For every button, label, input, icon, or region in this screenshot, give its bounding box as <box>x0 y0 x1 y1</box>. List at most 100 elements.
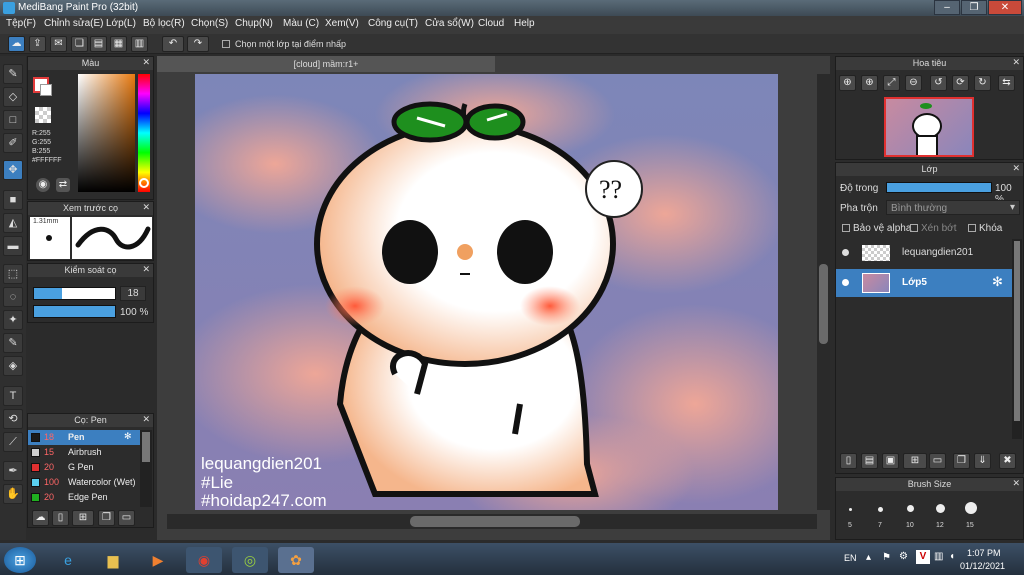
add-layer-menu-icon[interactable]: ⊞ <box>903 453 927 469</box>
duplicate-layer-icon[interactable]: ❐ <box>953 453 970 469</box>
share-icon[interactable]: ⇪ <box>29 36 46 52</box>
undo-icon[interactable]: ↶ <box>162 36 184 52</box>
brush-size-dot[interactable] <box>878 507 883 512</box>
horizontal-scrollbar[interactable] <box>167 514 817 529</box>
tray-arrow-icon[interactable]: ▴ <box>866 552 871 563</box>
network-icon[interactable]: ▥ <box>934 551 943 562</box>
file-explorer-icon[interactable]: ▆ <box>95 547 131 573</box>
eyedropper-tool-icon[interactable]: ⟋ <box>3 432 23 452</box>
brush-item-pen[interactable]: 18 Pen ✻ <box>28 430 140 445</box>
minimize-button[interactable]: – <box>934 0 960 15</box>
shape-tool-icon[interactable]: □ <box>3 110 23 130</box>
medibang-icon[interactable]: ✿ <box>278 547 314 573</box>
clip-toggle[interactable]: Xén bớt <box>910 223 956 234</box>
internet-explorer-icon[interactable]: e <box>50 547 86 573</box>
menu-tools[interactable]: Công cụ(T) <box>368 18 418 29</box>
layer-opacity-slider[interactable] <box>886 182 992 193</box>
new-image-layer-icon[interactable]: ▣ <box>882 453 899 469</box>
text-tool-icon[interactable]: T <box>3 386 23 406</box>
menu-help[interactable]: Help <box>514 18 535 29</box>
artwork-canvas[interactable]: ?? lequangdien201 #Lie #hoidap247.com <box>195 74 778 510</box>
menu-edit[interactable]: Chỉnh sửa(E) <box>44 18 104 29</box>
hand-tool-icon[interactable]: ✋ <box>3 484 23 504</box>
rotate-reset-icon[interactable]: ⟳ <box>952 75 969 91</box>
fit-icon[interactable]: ⤢ <box>883 75 900 91</box>
comment-icon[interactable]: ✉ <box>50 36 67 52</box>
select-pen-icon[interactable]: ✎ <box>3 333 23 353</box>
language-indicator[interactable]: EN <box>844 553 857 563</box>
lasso-tool-icon[interactable]: ◌ <box>3 287 23 307</box>
vertical-scroll-thumb[interactable] <box>819 264 828 344</box>
brush-size-dot[interactable] <box>849 508 852 511</box>
pen-tool-icon[interactable]: ✎ <box>3 64 23 84</box>
menu-cloud[interactable]: Cloud <box>478 18 504 29</box>
document-tab[interactable]: [cloud] mầm:r1+ <box>157 56 495 72</box>
menu-filter[interactable]: Bộ lọc(R) <box>143 18 185 29</box>
close-icon[interactable]: ✕ <box>1012 57 1020 68</box>
brush-size-dot[interactable] <box>936 504 945 513</box>
close-button[interactable]: ✕ <box>988 0 1022 15</box>
select-tool-icon[interactable]: ⬚ <box>3 264 23 284</box>
menu-file[interactable]: Tệp(F) <box>6 18 36 29</box>
volume-icon[interactable]: ◖ <box>949 551 955 562</box>
copy-brush-icon[interactable]: ❐ <box>98 510 115 526</box>
delete-layer-icon[interactable]: ✖ <box>999 453 1016 469</box>
add-brush-icon[interactable]: ⊞ <box>72 510 94 526</box>
chrome-icon[interactable]: ◉ <box>186 547 222 573</box>
vietkey-icon[interactable]: V <box>916 550 930 564</box>
operation-tool-icon[interactable]: ⟲ <box>3 409 23 429</box>
brush-item-edge-pen[interactable]: 20 Edge Pen <box>28 490 140 505</box>
zoom-in-icon[interactable]: ⊕ <box>861 75 878 91</box>
media-player-icon[interactable]: ▶ <box>140 547 176 573</box>
lock-toggle[interactable]: Khóa <box>968 223 1002 234</box>
dropper-tool-icon[interactable]: ✒ <box>3 461 23 481</box>
merge-layer-icon[interactable]: ⇓ <box>974 453 991 469</box>
brush-item-watercolor[interactable]: 100 Watercolor (Wet) <box>28 475 140 490</box>
gear-icon[interactable]: ✻ <box>992 274 1003 290</box>
gradient-tool-icon[interactable]: ▬ <box>3 236 23 256</box>
close-icon[interactable]: ✕ <box>1012 478 1020 489</box>
close-icon[interactable]: ✕ <box>142 57 150 68</box>
blend-mode-select[interactable]: Bình thường ▾ <box>886 200 1020 215</box>
new-halftone-layer-icon[interactable]: ▤ <box>861 453 878 469</box>
menu-layer[interactable]: Lớp(L) <box>106 18 136 29</box>
menu-select[interactable]: Chọn(S) <box>191 18 228 29</box>
menu-view[interactable]: Xem(V) <box>325 18 359 29</box>
cloud-icon[interactable]: ☁ <box>8 36 25 52</box>
zoom-out-icon[interactable]: ⊖ <box>905 75 922 91</box>
flip-icon[interactable]: ⇆ <box>998 75 1015 91</box>
close-icon[interactable]: ✕ <box>142 202 150 213</box>
protect-alpha-toggle[interactable]: Bảo vệ alpha <box>842 223 911 234</box>
unikey-icon[interactable]: ◎ <box>232 547 268 573</box>
clock-date[interactable]: 01/12/2021 <box>960 561 1005 571</box>
close-icon[interactable]: ✕ <box>142 414 150 425</box>
chat-icon[interactable]: ❏ <box>71 36 88 52</box>
brush-size-dot[interactable] <box>965 502 977 514</box>
new-layer-icon[interactable]: ▯ <box>840 453 857 469</box>
layout-icon[interactable]: ▥ <box>131 36 148 52</box>
rectangle-tool-icon[interactable]: ■ <box>3 190 23 210</box>
move-tool-icon[interactable]: ✥ <box>3 160 23 180</box>
menu-color[interactable]: Màu (C) <box>283 18 319 29</box>
layer-list-scrollbar[interactable] <box>1012 239 1022 439</box>
magic-wand-icon[interactable]: ✦ <box>3 310 23 330</box>
horizontal-scroll-thumb[interactable] <box>410 516 580 527</box>
new-brush-icon[interactable]: ▯ <box>52 510 69 526</box>
brush-size-dot[interactable] <box>907 505 914 512</box>
hue-slider[interactable] <box>138 74 150 192</box>
vertical-scrollbar[interactable] <box>817 74 830 510</box>
select-eraser-icon[interactable]: ◈ <box>3 356 23 376</box>
palette-icon[interactable]: ◉ <box>36 178 50 192</box>
transparent-swatch[interactable] <box>35 107 51 123</box>
saturation-picker[interactable] <box>78 74 135 192</box>
rotate-right-icon[interactable]: ↻ <box>974 75 991 91</box>
hue-handle[interactable] <box>139 178 149 188</box>
menu-window[interactable]: Cửa sổ(W) <box>425 18 474 29</box>
brush-tool-icon[interactable]: ✐ <box>3 133 23 153</box>
usb-icon[interactable]: ⚙ <box>899 551 908 562</box>
visibility-icon[interactable] <box>842 249 849 256</box>
visibility-icon[interactable] <box>842 279 849 286</box>
close-icon[interactable]: ✕ <box>142 264 150 275</box>
zoom-in-icon[interactable]: ⊕ <box>839 75 856 91</box>
brush-item-gpen[interactable]: 20 G Pen <box>28 460 140 475</box>
